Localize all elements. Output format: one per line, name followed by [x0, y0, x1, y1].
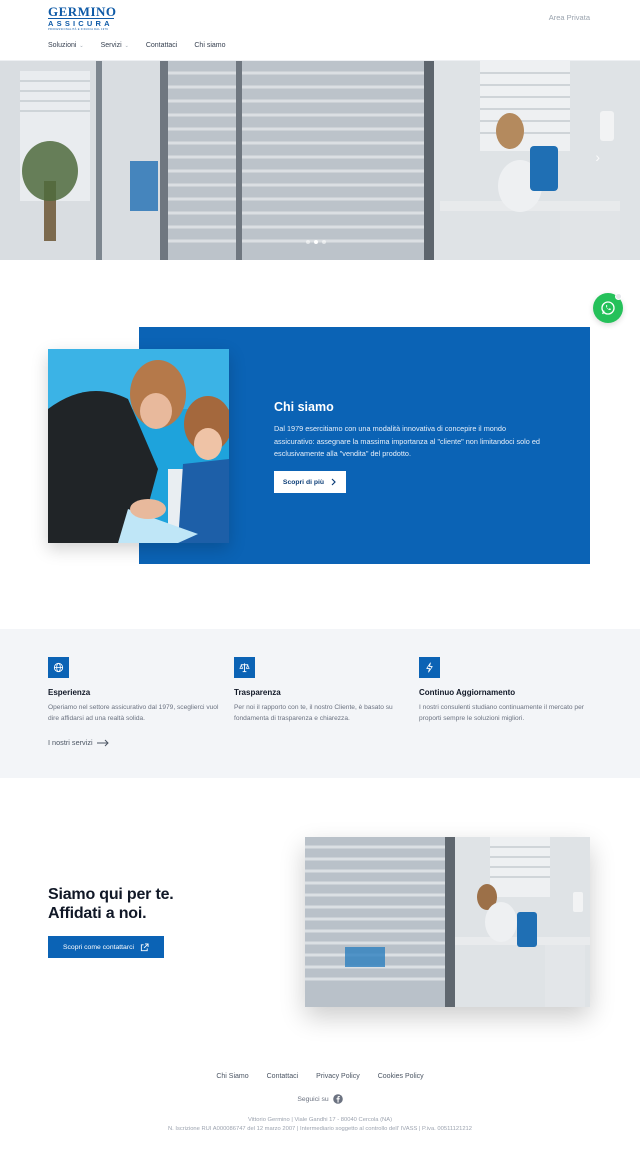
contact-heading: Siamo qui per te. Affidati a noi. — [48, 885, 174, 923]
feature-title: Trasparenza — [234, 688, 281, 697]
button-label: Scopri come contattarci — [62, 943, 135, 951]
contact-heading-line1: Siamo qui per te. — [48, 886, 174, 903]
contact-heading-line2: Affidati a noi. — [48, 905, 147, 922]
feature-aggiornamento: Continuo Aggiornamento I nostri consulen… — [419, 657, 599, 724]
feature-trasparenza: Trasparenza Per noi il rapporto con te, … — [234, 657, 414, 724]
hero-office-image — [0, 61, 640, 260]
chevron-right-icon[interactable]: › — [595, 149, 600, 165]
footer-nav: Chi Siamo Contattaci Privacy Policy Cook… — [0, 1073, 640, 1080]
logo-tagline: PROFESSIONALITÀ E FIDUCIA DAL 1979 — [48, 28, 108, 31]
chi-siamo-image — [48, 349, 229, 543]
lightning-icon — [419, 657, 440, 678]
nav-label: Contattaci — [145, 42, 178, 49]
legal-address: Vittorio Germino | Viale Gandhi 17 - 800… — [247, 1117, 393, 1123]
feature-title: Continuo Aggiornamento — [419, 688, 516, 697]
arrow-right-icon — [96, 739, 109, 746]
feature-esperienza: Esperienza Operiamo nel settore assicura… — [48, 657, 228, 724]
area-privata-link[interactable]: Area Privata — [549, 13, 590, 22]
social-follow: Seguici su — [0, 1094, 640, 1104]
footer-link-cookies[interactable]: Cookies Policy — [378, 1073, 424, 1080]
footer-link-contattaci[interactable]: Contattaci — [267, 1073, 299, 1080]
footer-link-privacy[interactable]: Privacy Policy — [316, 1073, 360, 1080]
feature-text: Per noi il rapporto con te, il nostro Cl… — [234, 704, 393, 722]
legal-registration: N. Iscrizione RUI A000086747 del 12 marz… — [167, 1126, 473, 1132]
feature-text: I nostri consulenti studiano continuamen… — [419, 704, 584, 722]
seguici-label: Seguici su — [297, 1095, 329, 1103]
nav-label: Soluzioni — [48, 42, 77, 49]
contact-office-image — [305, 837, 590, 1007]
legal-info: Vittorio Germino | Viale Gandhi 17 - 800… — [0, 1116, 640, 1134]
chi-siamo-text: Dal 1979 esercitiamo con una modalità in… — [274, 424, 540, 458]
hero-carousel: › — [0, 61, 640, 260]
nav-label: Servizi — [100, 42, 122, 49]
carousel-dot[interactable] — [322, 240, 326, 244]
nav-item-servizi[interactable]: Servizi ⌄ — [101, 42, 129, 49]
carousel-dot-active[interactable] — [314, 240, 318, 244]
chevron-down-icon: ⌄ — [79, 42, 84, 49]
globe-icon — [48, 657, 69, 678]
external-link-icon — [140, 942, 149, 951]
notification-badge — [615, 293, 622, 300]
scopri-di-piu-button[interactable]: Scopri di più — [274, 471, 346, 493]
scopri-come-contattarci-button[interactable]: Scopri come contattarci — [48, 936, 164, 958]
chi-siamo-title: Chi siamo — [274, 400, 334, 414]
brand-logo[interactable]: GERMINO ASSICURA PROFESSIONALITÀ E FIDUC… — [48, 4, 117, 33]
nav-item-chi-siamo[interactable]: Chi siamo — [194, 42, 225, 49]
features-section: Esperienza Operiamo nel settore assicura… — [0, 629, 640, 778]
button-label: Scopri di più — [282, 478, 325, 486]
nav-label: Chi siamo — [194, 42, 226, 49]
chevron-down-icon: ⌄ — [124, 42, 129, 49]
carousel-dots — [306, 240, 326, 244]
facebook-icon[interactable] — [332, 1094, 343, 1104]
site-header: GERMINO ASSICURA PROFESSIONALITÀ E FIDUC… — [0, 0, 640, 61]
footer-link-chi-siamo[interactable]: Chi Siamo — [216, 1073, 248, 1080]
link-label: I nostri servizi — [48, 738, 93, 747]
carousel-dot[interactable] — [306, 240, 310, 244]
nav-item-soluzioni[interactable]: Soluzioni ⌄ — [48, 42, 84, 49]
logo-name: GERMINO — [48, 4, 117, 19]
whatsapp-icon — [601, 301, 615, 315]
feature-text: Operiamo nel settore assicurativo dal 19… — [48, 704, 219, 722]
team-photo — [48, 349, 229, 543]
office-photo — [305, 837, 590, 1007]
nostri-servizi-link[interactable]: I nostri servizi — [48, 738, 109, 747]
scale-icon — [234, 657, 255, 678]
nav-item-contattaci[interactable]: Contattaci — [146, 42, 178, 49]
feature-title: Esperienza — [48, 688, 91, 697]
logo-sub: ASSICURA — [48, 18, 114, 28]
chevron-right-icon — [331, 478, 336, 486]
main-nav: Soluzioni ⌄ Servizi ⌄ Contattaci Chi sia… — [48, 42, 243, 49]
